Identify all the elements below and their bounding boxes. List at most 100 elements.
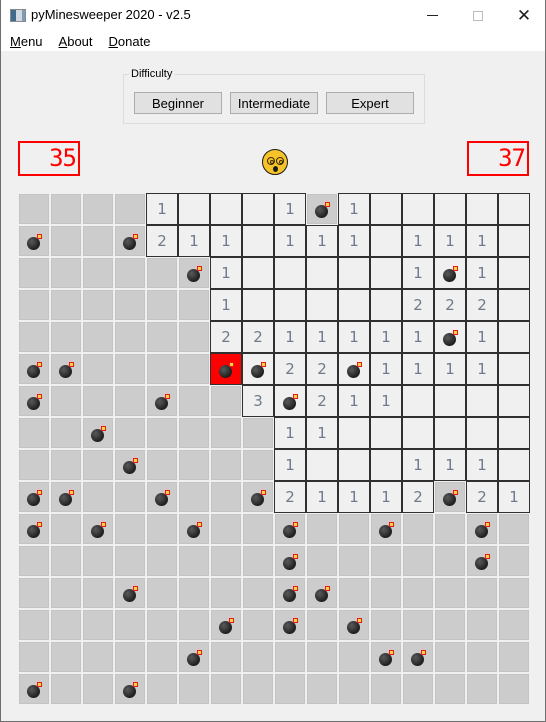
menu-item-donate[interactable]: Donate [109,34,151,49]
cell-hidden[interactable] [402,673,434,705]
cell-empty[interactable] [370,449,402,481]
cell-hidden[interactable] [146,289,178,321]
cell-empty[interactable] [306,257,338,289]
cell-mine-revealed[interactable] [338,353,370,385]
cell-hidden[interactable] [434,641,466,673]
cell-number[interactable]: 1 [338,321,370,353]
cell-number[interactable]: 1 [402,257,434,289]
cell-number[interactable]: 1 [210,289,242,321]
intermediate-button[interactable]: Intermediate [230,92,318,114]
cell-hidden[interactable] [146,577,178,609]
cell-empty[interactable] [370,193,402,225]
cell-number[interactable]: 2 [146,225,178,257]
cell-hidden[interactable] [50,321,82,353]
cell-hidden[interactable] [146,257,178,289]
menu-item-about[interactable]: About [59,34,93,49]
cell-hidden[interactable] [82,257,114,289]
cell-number[interactable]: 1 [370,481,402,513]
cell-number[interactable]: 1 [434,225,466,257]
cell-number[interactable]: 1 [466,225,498,257]
cell-empty[interactable] [498,353,530,385]
cell-mine[interactable] [114,673,146,705]
cell-hidden[interactable] [434,513,466,545]
cell-hidden[interactable] [498,513,530,545]
cell-hidden[interactable] [178,481,210,513]
cell-hidden[interactable] [18,193,50,225]
cell-hidden[interactable] [242,641,274,673]
cell-empty[interactable] [306,289,338,321]
maximize-button[interactable] [455,0,501,31]
cell-number[interactable]: 1 [274,449,306,481]
cell-number[interactable]: 2 [466,289,498,321]
cell-mine[interactable] [274,577,306,609]
cell-number[interactable]: 1 [466,321,498,353]
cell-hidden[interactable] [18,257,50,289]
cell-hidden[interactable] [82,321,114,353]
cell-number[interactable]: 1 [466,449,498,481]
cell-mine[interactable] [146,481,178,513]
cell-empty[interactable] [434,385,466,417]
cell-mine[interactable] [82,417,114,449]
cell-mine[interactable] [114,449,146,481]
cell-hidden[interactable] [18,609,50,641]
cell-number[interactable]: 1 [402,353,434,385]
cell-hidden[interactable] [50,257,82,289]
cell-hidden[interactable] [114,545,146,577]
cell-number[interactable]: 1 [274,321,306,353]
cell-hidden[interactable] [18,577,50,609]
cell-hidden[interactable] [370,609,402,641]
cell-hidden[interactable] [146,353,178,385]
cell-hidden[interactable] [370,577,402,609]
cell-mine[interactable] [146,385,178,417]
cell-hidden[interactable] [178,321,210,353]
cell-hidden[interactable] [242,577,274,609]
cell-mine[interactable] [18,481,50,513]
cell-number[interactable]: 2 [466,481,498,513]
cell-mine-revealed[interactable] [274,385,306,417]
cell-hidden[interactable] [114,353,146,385]
cell-hidden[interactable] [306,545,338,577]
cell-hidden[interactable] [370,673,402,705]
beginner-button[interactable]: Beginner [134,92,222,114]
cell-hidden[interactable] [50,385,82,417]
cell-number[interactable]: 2 [242,321,274,353]
cell-hidden[interactable] [114,385,146,417]
cell-number[interactable]: 2 [274,353,306,385]
cell-mine[interactable] [18,385,50,417]
cell-mine[interactable] [114,577,146,609]
cell-hidden[interactable] [114,257,146,289]
title-bar[interactable]: pyMinesweeper 2020 - v2.5 ✕ [1,0,545,31]
cell-hidden[interactable] [82,225,114,257]
cell-mine[interactable] [466,513,498,545]
cell-empty[interactable] [338,289,370,321]
cell-hidden[interactable] [210,673,242,705]
cell-hidden[interactable] [306,513,338,545]
cell-hidden[interactable] [146,545,178,577]
cell-empty[interactable] [434,193,466,225]
cell-hidden[interactable] [466,673,498,705]
cell-hidden[interactable] [210,545,242,577]
cell-hidden[interactable] [178,353,210,385]
cell-hidden[interactable] [50,193,82,225]
cell-mine[interactable] [178,257,210,289]
cell-hidden[interactable] [50,449,82,481]
cell-number[interactable]: 2 [306,353,338,385]
cell-mine[interactable] [114,225,146,257]
cell-mine[interactable] [274,609,306,641]
cell-hidden[interactable] [338,577,370,609]
cell-mine[interactable] [402,641,434,673]
cell-mine-revealed[interactable] [434,257,466,289]
cell-mine[interactable] [18,353,50,385]
cell-empty[interactable] [338,417,370,449]
cell-hidden[interactable] [210,641,242,673]
cell-hidden[interactable] [18,545,50,577]
cell-hidden[interactable] [498,577,530,609]
cell-empty[interactable] [434,417,466,449]
cell-empty[interactable] [498,417,530,449]
cell-mine[interactable] [242,481,274,513]
cell-mine[interactable] [434,481,466,513]
cell-hidden[interactable] [178,609,210,641]
cell-hidden[interactable] [114,289,146,321]
cell-number[interactable]: 1 [370,321,402,353]
cell-number[interactable]: 2 [306,385,338,417]
